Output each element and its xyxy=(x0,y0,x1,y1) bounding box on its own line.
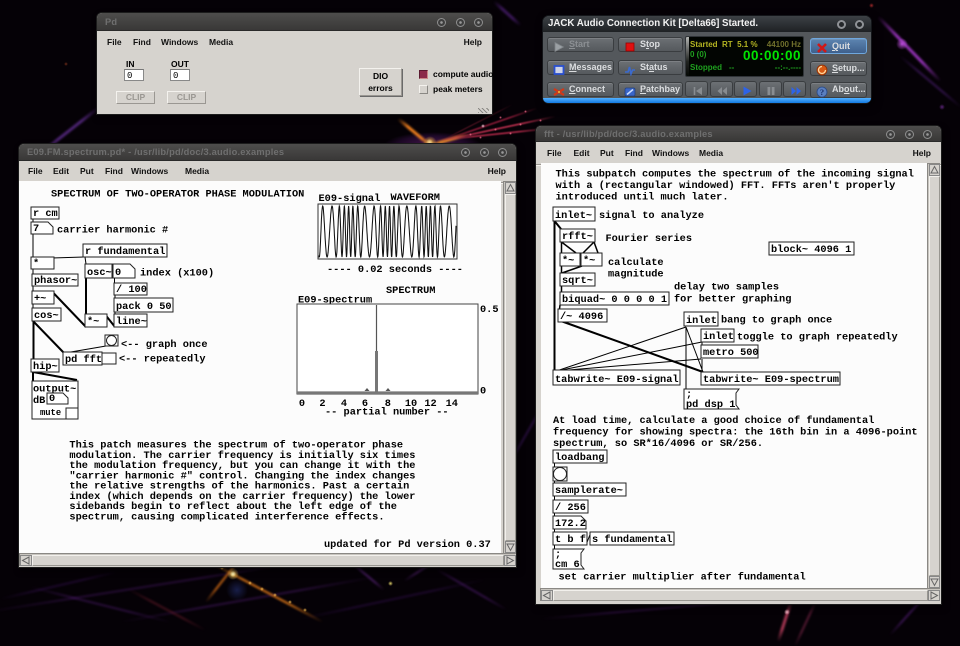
svg-text:tabwrite~ E09-signal: tabwrite~ E09-signal xyxy=(555,374,679,386)
svg-text:7: 7 xyxy=(33,223,39,235)
svg-text:/ 256: / 256 xyxy=(555,502,586,514)
svg-text:signal to analyze: signal to analyze xyxy=(599,210,704,222)
svg-text:*: * xyxy=(33,258,39,270)
svg-text:magnitude: magnitude xyxy=(608,269,664,281)
svg-text:spectrum, causing complicated: spectrum, causing complicated interferen… xyxy=(69,511,384,523)
svg-text:carrier harmonic #: carrier harmonic # xyxy=(57,225,168,237)
svg-text:calculate: calculate xyxy=(608,257,664,269)
svg-text:WAVEFORM: WAVEFORM xyxy=(391,192,440,204)
svg-text:metro 500: metro 500 xyxy=(703,347,759,359)
svg-text:osc~: osc~ xyxy=(87,267,112,279)
svg-text:tabwrite~ E09-spectrum: tabwrite~ E09-spectrum xyxy=(703,374,839,386)
svg-text:0: 0 xyxy=(480,386,486,398)
svg-text:with a (rectangular windowed): with a (rectangular windowed) FFT. FFTs … xyxy=(556,180,896,192)
svg-text:index (x100): index (x100) xyxy=(140,268,214,280)
svg-text:pd fft: pd fft xyxy=(65,354,102,366)
svg-text:t b f: t b f xyxy=(555,534,586,546)
svg-text:+~: +~ xyxy=(34,293,46,305)
svg-text:pack 0 50: pack 0 50 xyxy=(116,301,172,313)
svg-text:cos~: cos~ xyxy=(34,310,59,322)
svg-text:*~: *~ xyxy=(583,255,595,267)
svg-text:*~: *~ xyxy=(562,255,574,267)
svg-text:0.5: 0.5 xyxy=(480,304,499,316)
svg-text:/ 100: / 100 xyxy=(116,284,147,296)
svg-text:-- partial number --: -- partial number -- xyxy=(325,407,449,419)
svg-text:<-- repeatedly: <-- repeatedly xyxy=(119,354,206,366)
svg-text:r cm: r cm xyxy=(33,208,58,220)
svg-text:r fundamental: r fundamental xyxy=(85,246,165,258)
svg-text:phasor~: phasor~ xyxy=(34,275,77,287)
svg-text:0: 0 xyxy=(49,393,55,405)
svg-text:toggle to graph repeatedly: toggle to graph repeatedly xyxy=(737,332,898,344)
svg-text:0: 0 xyxy=(299,398,305,410)
svg-text:cm 6: cm 6 xyxy=(555,559,580,571)
svg-text:spectrum, so SR*16/4096 or SR/: spectrum, so SR*16/4096 or SR/256. xyxy=(553,438,763,450)
svg-text:rfft~: rfft~ xyxy=(562,231,593,243)
svg-text:sqrt~: sqrt~ xyxy=(562,275,593,287)
svg-text:Fourier series: Fourier series xyxy=(606,233,693,245)
svg-text:loadbang: loadbang xyxy=(555,452,604,464)
svg-text:172.2: 172.2 xyxy=(555,518,586,530)
svg-text:introduced until much later.: introduced until much later. xyxy=(556,192,729,204)
svg-text:bang to graph once: bang to graph once xyxy=(721,315,832,327)
svg-text:set carrier multiplier after f: set carrier multiplier after fundamental xyxy=(559,572,806,584)
svg-text:dB: dB xyxy=(33,395,45,407)
svg-text:pd dsp 1: pd dsp 1 xyxy=(686,399,735,411)
svg-text:frequency for showing spectra:: frequency for showing spectra: the 16th … xyxy=(553,427,918,439)
svg-text:line~: line~ xyxy=(116,316,147,328)
svg-text:<-- graph once: <-- graph once xyxy=(121,339,208,351)
svg-text:SPECTRUM OF TWO-OPERATOR PHASE: SPECTRUM OF TWO-OPERATOR PHASE MODULATIO… xyxy=(51,189,304,201)
svg-text:---- 0.02 seconds ----: ---- 0.02 seconds ---- xyxy=(327,264,463,276)
svg-text:?: ? xyxy=(820,87,824,97)
svg-text:SPECTRUM: SPECTRUM xyxy=(386,285,435,297)
svg-text:At load time, calculate a good: At load time, calculate a good choice of… xyxy=(553,415,874,427)
svg-text:block~ 4096 1: block~ 4096 1 xyxy=(771,244,851,256)
svg-text:E09-signal: E09-signal xyxy=(319,193,381,205)
svg-text:*~: *~ xyxy=(87,316,99,328)
svg-text:for better graphing: for better graphing xyxy=(674,294,791,306)
svg-text:inlet: inlet xyxy=(703,331,734,343)
svg-text:biquad~ 0 0 0 0 1: biquad~ 0 0 0 0 1 xyxy=(562,294,667,306)
svg-text:samplerate~: samplerate~ xyxy=(555,485,623,497)
svg-text:inlet: inlet xyxy=(686,315,717,327)
svg-text:inlet~: inlet~ xyxy=(555,210,592,222)
svg-text:/~ 4096: /~ 4096 xyxy=(560,311,603,323)
svg-text:mute: mute xyxy=(40,408,61,418)
svg-text:This subpatch computes the spe: This subpatch computes the spectrum of t… xyxy=(556,169,914,181)
svg-text:hip~: hip~ xyxy=(33,361,58,373)
svg-text:s fundamental: s fundamental xyxy=(592,534,672,546)
svg-text:0: 0 xyxy=(115,267,121,279)
svg-text:updated for Pd version 0.37: updated for Pd version 0.37 xyxy=(324,539,491,551)
svg-text:delay two samples: delay two samples xyxy=(674,282,779,294)
